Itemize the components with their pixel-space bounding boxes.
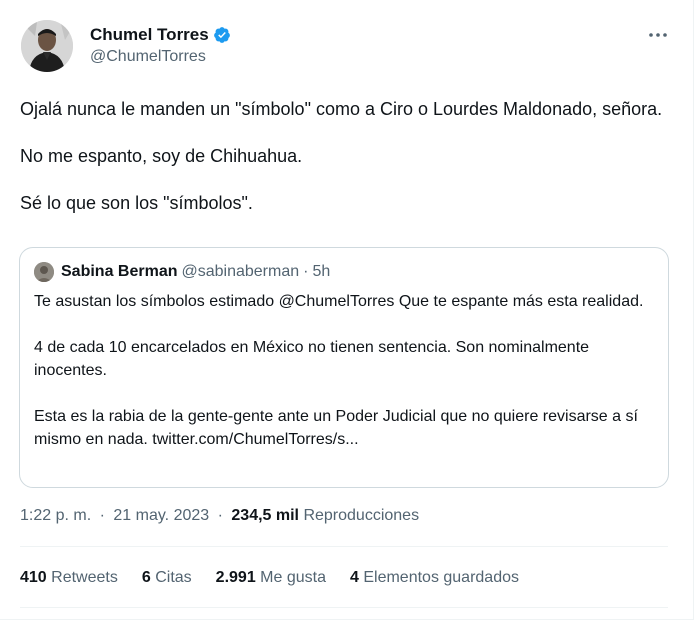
quoted-author-name: Sabina Berman (61, 263, 178, 280)
meta-separator: · (217, 507, 223, 524)
bookmarks-count: 4 (349, 569, 359, 586)
quoted-separator: · (303, 263, 309, 280)
verified-badge-icon (213, 27, 230, 43)
likes-stat[interactable]: 2.991 Me gusta (216, 569, 326, 587)
retweets-label: Retweets (51, 569, 118, 586)
quoted-tweet-text: Te asustan los símbolos estimado @Chumel… (34, 290, 659, 474)
tweet-meta: 1:22 p. m. · 21 may. 2023 · 234,5 mil Re… (20, 507, 419, 525)
bookmarks-stat[interactable]: 4 Elementos guardados (350, 569, 519, 587)
quoted-paragraph: Te asustan los símbolos estimado @Chumel… (34, 293, 644, 310)
retweets-count: 410 (20, 569, 47, 586)
quoted-tweet[interactable]: Sabina Berman @sabinaberman · 5h Te asus… (19, 247, 669, 488)
author-block: Chumel Torres @ChumelTorres (90, 25, 231, 66)
likes-count: 2.991 (215, 569, 256, 586)
tweet-date[interactable]: 21 may. 2023 (113, 507, 209, 524)
quoted-avatar-image (34, 262, 54, 282)
quoted-tweet-header: Sabina Berman @sabinaberman · 5h (34, 262, 330, 282)
author-name[interactable]: Chumel Torres (90, 25, 209, 45)
tweet-paragraph: Ojalá nunca le manden un "símbolo" como … (20, 99, 663, 119)
divider (20, 607, 668, 608)
tweet-card: Chumel Torres @ChumelTorres Ojalá nunca … (0, 0, 694, 620)
quoted-time: 5h (312, 263, 331, 280)
retweets-stat[interactable]: 410 Retweets (20, 569, 118, 587)
likes-label: Me gusta (260, 569, 326, 586)
author-name-row[interactable]: Chumel Torres (90, 25, 231, 45)
tweet-text: Ojalá nunca le manden un "símbolo" como … (20, 97, 680, 238)
quoted-author-avatar (34, 262, 54, 282)
bookmarks-label: Elementos guardados (363, 569, 519, 586)
author-handle[interactable]: @ChumelTorres (90, 48, 231, 66)
quoted-paragraph: 4 de cada 10 encarcelados en México no t… (34, 339, 590, 379)
tweet-paragraph: Sé lo que son los "símbolos". (20, 193, 253, 213)
views-count: 234,5 mil (231, 507, 299, 524)
quotes-label: Citas (155, 569, 192, 586)
quotes-count: 6 (141, 569, 151, 586)
more-options-icon[interactable] (647, 27, 669, 43)
quotes-stat[interactable]: 6 Citas (142, 569, 192, 587)
quoted-author-handle: @sabinaberman (181, 263, 300, 280)
quoted-paragraph: Esta es la rabia de la gente-gente ante … (34, 408, 638, 448)
views-label: Reproducciones (303, 507, 420, 524)
engagement-stats: 410 Retweets 6 Citas 2.991 Me gusta 4 El… (20, 569, 543, 587)
author-avatar[interactable] (21, 20, 73, 72)
more-dots-icon (649, 33, 667, 37)
divider (20, 546, 668, 547)
avatar-image (21, 20, 73, 72)
tweet-time[interactable]: 1:22 p. m. (20, 507, 91, 524)
meta-separator: · (99, 507, 105, 524)
tweet-paragraph: No me espanto, soy de Chihuahua. (20, 146, 303, 166)
